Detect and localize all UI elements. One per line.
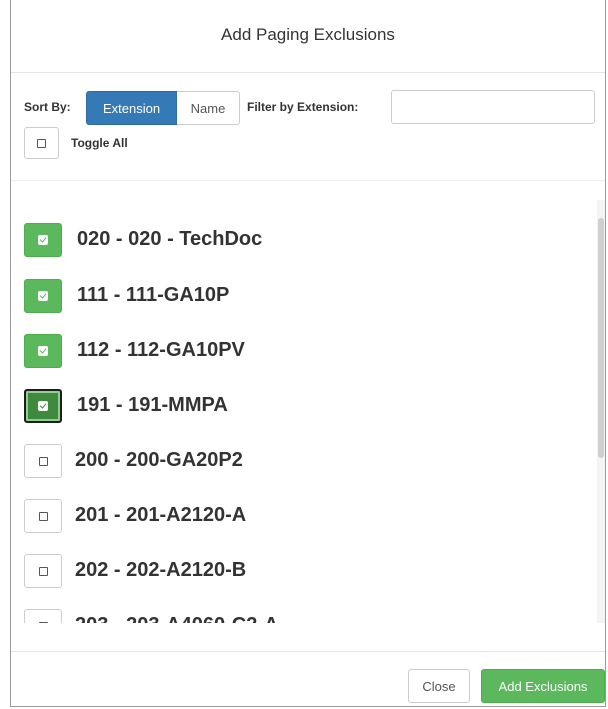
add-paging-exclusions-dialog: Add Paging Exclusions Sort By: Extension…: [10, 0, 606, 707]
filter-extension-input[interactable]: [391, 90, 595, 124]
list-item: 191 - 191-MMPA: [11, 385, 595, 425]
extension-label: 112 - 112-GA10PV: [77, 339, 245, 361]
extension-label: 202 - 202-A2120-B: [75, 559, 247, 581]
list-item: 203 - 203-A4060-C2-A: [11, 605, 595, 623]
sort-extension-button[interactable]: Extension: [86, 91, 177, 125]
dialog-header: Add Paging Exclusions: [11, 0, 605, 73]
extension-checkbox[interactable]: [24, 609, 62, 623]
extension-label: 203 - 203-A4060-C2-A: [75, 614, 278, 623]
checkbox-checked-icon: [38, 346, 48, 356]
checkbox-unchecked-icon: [38, 511, 48, 521]
dialog-footer: Close Add Exclusions: [11, 651, 605, 707]
dialog-title: Add Paging Exclusions: [221, 25, 395, 44]
close-button[interactable]: Close: [408, 669, 470, 703]
extension-label: 191 - 191-MMPA: [77, 394, 228, 416]
checkbox-checked-icon: [38, 291, 48, 301]
checkbox-checked-icon: [38, 235, 48, 245]
toolbar: Sort By: Extension Name Filter by Extens…: [11, 73, 605, 181]
add-exclusions-button[interactable]: Add Exclusions: [481, 669, 605, 703]
extension-checkbox[interactable]: [24, 444, 62, 478]
checkbox-unchecked-icon: [38, 566, 48, 576]
extension-label: 020 - 020 - TechDoc: [77, 228, 263, 250]
extension-checkbox[interactable]: [24, 554, 62, 588]
list-item: 200 - 200-GA20P2: [11, 440, 595, 480]
checkbox-checked-icon: [38, 401, 48, 411]
sort-by-label: Sort By:: [24, 100, 71, 114]
checkbox-unchecked-icon: [38, 621, 48, 623]
checkbox-unchecked-icon: [38, 456, 48, 466]
checkbox-unchecked-icon: [37, 138, 46, 148]
filter-by-extension-label: Filter by Extension:: [247, 100, 359, 114]
extension-checkbox[interactable]: [24, 223, 62, 257]
list-scrollbar[interactable]: [597, 200, 605, 623]
extension-list: 020 - 020 - TechDoc 111 - 111-GA10P 112 …: [11, 200, 595, 623]
toggle-all-label: Toggle All: [71, 136, 128, 150]
list-item: 111 - 111-GA10P: [11, 275, 595, 315]
sort-name-button[interactable]: Name: [177, 91, 240, 125]
extension-label: 200 - 200-GA20P2: [75, 449, 243, 471]
extension-label: 111 - 111-GA10P: [77, 284, 230, 306]
extension-checkbox[interactable]: [24, 499, 62, 533]
scrollbar-thumb[interactable]: [598, 218, 604, 458]
toggle-all-checkbox[interactable]: [24, 127, 59, 159]
list-item: 112 - 112-GA10PV: [11, 330, 595, 370]
list-item: 202 - 202-A2120-B: [11, 550, 595, 590]
extension-label: 201 - 201-A2120-A: [75, 504, 247, 526]
sort-button-group: Extension Name: [86, 91, 240, 125]
extension-checkbox[interactable]: [24, 389, 62, 423]
extension-checkbox[interactable]: [24, 279, 62, 313]
list-item: 020 - 020 - TechDoc: [11, 219, 595, 259]
extension-checkbox[interactable]: [24, 334, 62, 368]
list-item: 201 - 201-A2120-A: [11, 495, 595, 535]
